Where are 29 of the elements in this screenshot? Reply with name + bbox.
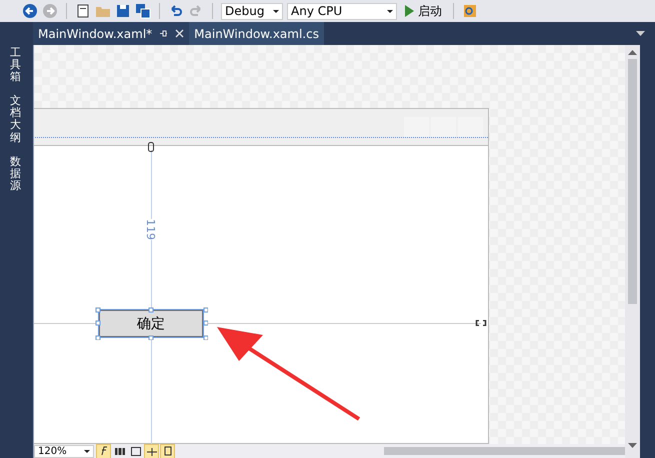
snapline-icon[interactable] bbox=[145, 444, 158, 458]
zoom-dropdown[interactable]: 120% bbox=[34, 444, 94, 458]
find-icon[interactable] bbox=[462, 3, 478, 19]
side-panel-tab[interactable]: 工具箱 bbox=[10, 45, 22, 86]
side-panel-tab[interactable]: 数据源 bbox=[10, 154, 22, 194]
pin-icon[interactable] bbox=[159, 29, 168, 38]
back-icon[interactable] bbox=[22, 3, 38, 19]
document-icon[interactable] bbox=[161, 444, 174, 458]
scroll-up-icon[interactable] bbox=[628, 50, 637, 55]
document-tab[interactable]: MainWindow.xaml.cs bbox=[189, 22, 324, 45]
dropdown-arrow-icon[interactable] bbox=[636, 31, 645, 36]
configuration-dropdown[interactable]: Debug bbox=[221, 2, 283, 20]
new-item-icon[interactable] bbox=[75, 3, 91, 19]
confirm-button[interactable]: 确定 bbox=[99, 310, 203, 337]
document-tab[interactable]: MainWindow.xaml* bbox=[33, 22, 190, 45]
side-panel-tab[interactable]: 文档大纲 bbox=[10, 93, 22, 146]
vertical-scrollbar[interactable] bbox=[625, 45, 640, 458]
anchor-icon bbox=[148, 142, 154, 152]
anchor-icon bbox=[475, 320, 487, 326]
formula-icon[interactable] bbox=[97, 444, 110, 458]
play-icon bbox=[404, 5, 414, 17]
platform-dropdown[interactable]: Any CPU bbox=[287, 2, 397, 20]
save-all-icon[interactable] bbox=[135, 3, 151, 19]
snap-icon[interactable] bbox=[129, 444, 142, 458]
close-icon[interactable] bbox=[175, 29, 184, 38]
scroll-down-icon[interactable] bbox=[628, 443, 637, 448]
save-icon[interactable] bbox=[115, 3, 131, 19]
start-button[interactable]: 启动 bbox=[401, 2, 445, 20]
margin-reading: 119 bbox=[144, 219, 157, 240]
